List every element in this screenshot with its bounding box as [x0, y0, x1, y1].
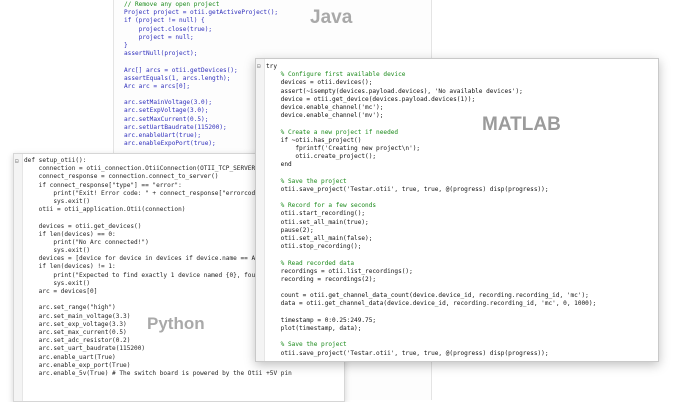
python-code-line: arc.enable_exp_port(True) [24, 361, 131, 369]
python-code-line: if connect_response["type"] == "error": [24, 181, 182, 189]
matlab-code-line: timestamp = 0:0.25:249.75; [266, 316, 377, 324]
matlab-code-line: if ~otii.has_project() [266, 136, 362, 144]
java-code-line: if (project != null) { [124, 17, 205, 25]
matlab-code-line: pause(2); [266, 226, 314, 234]
python-fold-icon[interactable]: ⊟ [15, 158, 19, 165]
python-code-line: devices = [device for device in devices … [24, 255, 274, 263]
matlab-language-label: MATLAB [482, 114, 561, 135]
matlab-code-line: otii.start_recording(); [266, 210, 366, 218]
python-code-line: sys.exit() [24, 197, 91, 205]
matlab-gutter [256, 59, 265, 361]
python-code-line: print("No Arc connected!") [24, 238, 149, 246]
matlab-code-line: otii.create_project(); [266, 153, 377, 161]
python-code-line: if len(devices) != 1: [24, 263, 116, 271]
matlab-code-line [266, 333, 596, 341]
matlab-code-line: assert(~isempty(devices.payload.devices)… [266, 87, 523, 95]
java-code-line: // Remove any open project [124, 1, 220, 8]
matlab-code-line: otii.set_all_main(false); [266, 234, 373, 242]
python-code-line: def setup_otii(): [24, 157, 87, 164]
java-code-line: } [124, 41, 128, 49]
java-language-label: Java [310, 7, 353, 28]
matlab-code-line: recordings = otii.list_recordings(); [266, 267, 413, 275]
python-code-line: arc.enable_uart(True) [24, 353, 116, 361]
python-code-line: connection = otii_connection.OtiiConnect… [24, 165, 274, 173]
matlab-editor-panel: ⊟ try % Configure first available device… [255, 58, 659, 362]
python-code-block: def setup_otii(): connection = otii_conn… [24, 157, 292, 378]
matlab-code-line: plot(timestamp, data); [266, 325, 362, 332]
matlab-code-line: try [266, 63, 278, 70]
matlab-code-line: otii.save_project('Testar.otii', true, t… [266, 349, 549, 357]
matlab-code-line [266, 251, 596, 259]
matlab-code-line: % Record for a few seconds [266, 202, 377, 210]
python-gutter [14, 154, 23, 401]
matlab-code-line: % Save the project [266, 341, 347, 349]
python-code-line: sys.exit() [24, 279, 91, 287]
python-code-line: otii = otii_application.Otii(connection) [24, 206, 186, 214]
python-code-line: arc.set_adc_resistor(0.2) [24, 337, 131, 345]
java-code-line: project.close(true); [124, 25, 213, 33]
matlab-code-line [266, 169, 596, 177]
java-code-line: Project project = otii.getActiveProject(… [124, 9, 279, 17]
matlab-code-line: devices = otii.devices(); [266, 79, 373, 87]
matlab-code-line: device = otii.get_device(devices.payload… [266, 95, 476, 103]
python-code-line: print("Exit! Error code: " + connect_res… [24, 189, 274, 197]
matlab-code-line [266, 358, 596, 361]
matlab-fold-icon[interactable]: ⊟ [257, 63, 261, 70]
python-code-line [24, 296, 292, 304]
python-code-line: arc = devices[0] [24, 288, 98, 295]
python-code-line: devices = otii.get_devices() [24, 222, 142, 230]
matlab-code-line: % Read recorded data [266, 259, 355, 267]
matlab-code-line: count = otii.get_channel_data_count(devi… [266, 292, 589, 300]
python-code-line: arc.set_uart_baudrate(115200) [24, 345, 146, 353]
matlab-code-line: otii.save_project('Testar.otii', true, t… [266, 185, 549, 193]
matlab-code-line: fprintf('Creating new project\n'); [266, 144, 421, 152]
matlab-code-line: otii.set_all_main(true); [266, 218, 369, 226]
python-code-line: sys.exit() [24, 247, 91, 255]
matlab-code-line: recording = recordings(2); [266, 275, 377, 283]
python-code-line: print("Expected to find exactly 1 device… [24, 271, 274, 279]
python-code-line [24, 214, 292, 222]
python-code-line: arc.enable_5v(True) # The switch board i… [24, 369, 292, 377]
matlab-code-line: % Configure first available device [266, 71, 406, 79]
python-code-line: if len(devices) == 0: [24, 230, 116, 238]
matlab-code-line [266, 284, 596, 292]
python-language-label: Python [147, 314, 205, 333]
matlab-code-line: % Save the project [266, 177, 347, 185]
python-code-line: arc.set_range("high") [24, 304, 116, 312]
python-code-line: connect_response = connection.connect_to… [24, 173, 219, 181]
matlab-code-line: device.enable_channel('mc'); [266, 103, 384, 111]
matlab-code-block: try % Configure first available device d… [266, 63, 597, 361]
matlab-code-line [266, 194, 596, 202]
java-code-line: project = null; [124, 33, 194, 41]
matlab-code-line: end [266, 161, 292, 169]
matlab-code-line: otii.stop_recording(); [266, 243, 362, 251]
matlab-code-line [266, 309, 596, 317]
matlab-code-line: data = otii.get_channel_data(device.devi… [266, 300, 597, 308]
